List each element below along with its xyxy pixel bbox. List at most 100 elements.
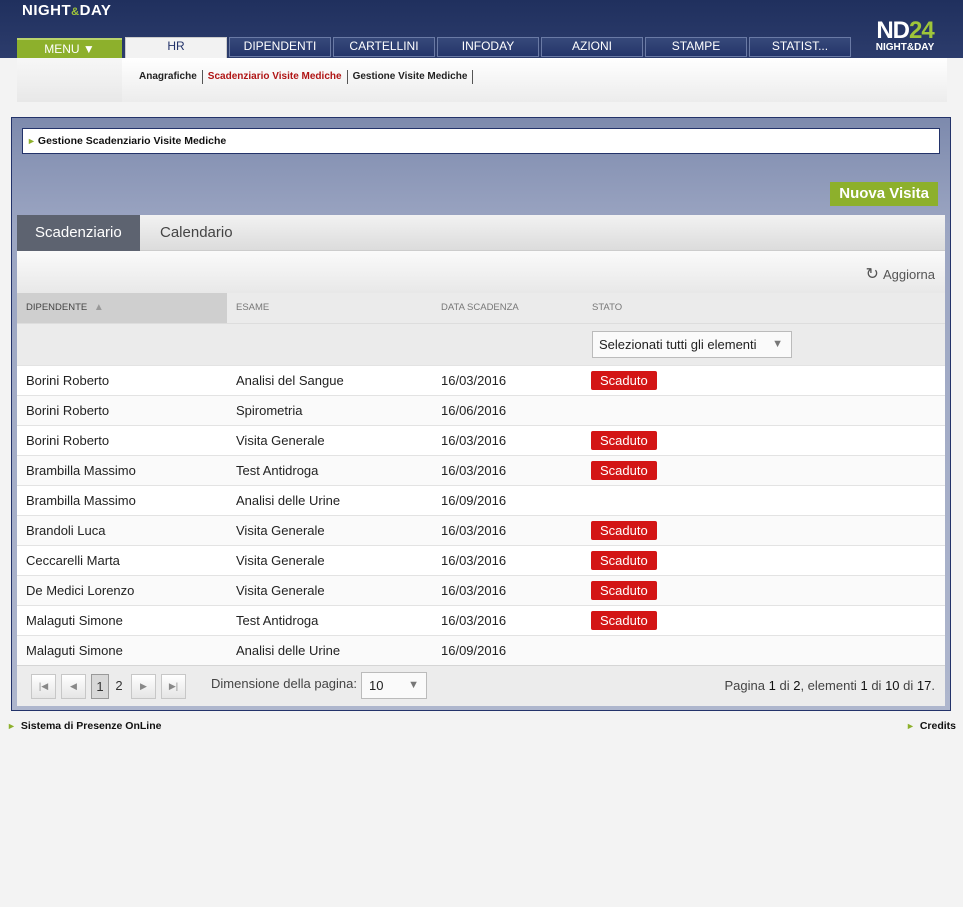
cell-esame: Analisi delle Urine xyxy=(227,484,432,515)
cell-esame: Test Antidroga xyxy=(227,454,432,485)
pager-info: Pagina 1 di 2, elementi 1 di 10 di 17. xyxy=(724,678,936,693)
cell-dipendente: Brambilla Massimo xyxy=(17,484,227,515)
tab-calendario[interactable]: Calendario xyxy=(142,215,251,251)
last-page-button[interactable]: ▶| xyxy=(161,674,186,699)
cell-stato: Scaduto xyxy=(583,364,945,395)
footer: ► Sistema di Presenze OnLine ► Credits xyxy=(0,716,963,736)
nav-tab-statistiche[interactable]: STATIST... xyxy=(749,37,851,57)
next-page-icon: ▶ xyxy=(140,681,147,691)
visits-table: DIPENDENTE ▲ ESAME DATA SCADENZA STATO S… xyxy=(17,293,945,665)
status-badge: Scaduto xyxy=(591,610,657,630)
cell-esame: Visita Generale xyxy=(227,514,432,545)
column-header-esame[interactable]: ESAME xyxy=(227,293,432,323)
table-row[interactable]: De Medici Lorenzo Visita Generale 16/03/20… xyxy=(17,574,945,605)
cell-data-scadenza: 16/03/2016 xyxy=(432,364,583,395)
page-number-2[interactable]: 2 xyxy=(110,674,128,699)
arrow-right-icon: ► xyxy=(905,721,915,731)
menu-button[interactable]: MENU ▼ xyxy=(17,38,122,58)
cell-data-scadenza: 16/09/2016 xyxy=(432,634,583,665)
sublink-anagrafiche[interactable]: Anagrafiche xyxy=(134,70,203,84)
cell-data-scadenza: 16/03/2016 xyxy=(432,514,583,545)
status-badge: Scaduto xyxy=(591,520,657,540)
table-row[interactable]: Malaguti Simone Test Antidroga 16/03/2016 S… xyxy=(17,604,945,635)
sublink-gestione-visite[interactable]: Gestione Visite Mediche xyxy=(348,70,474,84)
new-visit-button[interactable]: Nuova Visita xyxy=(830,182,938,206)
cell-dipendente: Brandoli Luca xyxy=(17,514,227,545)
status-badge: Scaduto xyxy=(591,550,657,570)
cell-data-scadenza: 16/06/2016 xyxy=(432,394,583,425)
status-badge: Scaduto xyxy=(591,430,657,450)
arrow-right-icon: ► xyxy=(7,721,16,731)
tab-scadenziario[interactable]: Scadenziario xyxy=(17,215,140,251)
nav-tab-stampe[interactable]: STAMPE xyxy=(645,37,747,57)
refresh-label: Aggiorna xyxy=(882,266,935,282)
cell-dipendente: Borini Roberto xyxy=(17,424,227,455)
prev-page-icon: ◀ xyxy=(70,681,77,691)
page-number-1[interactable]: 1 xyxy=(91,674,109,699)
cell-dipendente: De Medici Lorenzo xyxy=(17,574,227,605)
table-row[interactable]: Brambilla Massimo Analisi delle Urine 16/0… xyxy=(17,484,945,515)
table-row[interactable]: Borini Roberto Visita Generale 16/03/2016 S… xyxy=(17,424,945,455)
cell-stato: Scaduto xyxy=(583,514,945,545)
nav-tab-azioni[interactable]: AZIONI xyxy=(541,37,643,57)
sub-menu-links: Anagrafiche Scadenziario Visite Mediche … xyxy=(134,70,474,84)
first-page-icon: |◀ xyxy=(38,681,49,691)
cell-data-scadenza: 16/03/2016 xyxy=(432,604,583,635)
page-size-label: Dimensione della pagina: xyxy=(211,676,357,691)
cell-data-scadenza: 16/03/2016 xyxy=(432,424,583,455)
cell-stato xyxy=(583,484,945,515)
view-tabs: Scadenziario Calendario xyxy=(17,215,945,251)
brand-logo: NIGHT&DAY xyxy=(22,2,112,19)
nav-tab-infoday[interactable]: INFODAY xyxy=(437,37,539,57)
cell-data-scadenza: 16/03/2016 xyxy=(432,454,583,485)
table-row[interactable]: Malaguti Simone Analisi delle Urine 16/09/… xyxy=(17,634,945,665)
table-row[interactable]: Borini Roberto Spirometria 16/06/2016 xyxy=(17,394,945,425)
credits-link[interactable]: ► Credits xyxy=(906,720,956,732)
cell-esame: Analisi delle Urine xyxy=(227,634,432,665)
column-header-data-scadenza[interactable]: DATA SCADENZA xyxy=(432,293,583,323)
table-row[interactable]: Borini Roberto Analisi del Sangue 16/03/20… xyxy=(17,364,945,395)
sub-menu-bar: Anagrafiche Scadenziario Visite Mediche … xyxy=(17,58,947,102)
table-row[interactable]: Brandoli Luca Visita Generale 16/03/2016 Sc… xyxy=(17,514,945,545)
chevron-down-icon: ▼ xyxy=(772,337,783,350)
cell-data-scadenza: 16/03/2016 xyxy=(432,574,583,605)
prev-page-button[interactable]: ◀ xyxy=(61,674,86,699)
cell-data-scadenza: 16/09/2016 xyxy=(432,484,583,515)
page-size-select[interactable]: 10 ▼ xyxy=(361,672,427,699)
cell-esame: Visita Generale xyxy=(227,424,432,455)
status-badge: Scaduto xyxy=(591,370,657,390)
footer-left-link[interactable]: ► Sistema di Presenze OnLine xyxy=(7,720,161,732)
cell-esame: Visita Generale xyxy=(227,544,432,575)
first-page-button[interactable]: |◀ xyxy=(31,674,56,699)
table-row[interactable]: Brambilla Massimo Test Antidroga 16/03/201… xyxy=(17,454,945,485)
next-page-button[interactable]: ▶ xyxy=(131,674,156,699)
main-nav: HR DIPENDENTI CARTELLINI INFODAY AZIONI … xyxy=(125,37,853,59)
cell-dipendente: Borini Roberto xyxy=(17,394,227,425)
last-page-icon: ▶| xyxy=(168,681,179,691)
cell-stato: Scaduto xyxy=(583,604,945,635)
nav-tab-cartellini[interactable]: CARTELLINI xyxy=(333,37,435,57)
cell-data-scadenza: 16/03/2016 xyxy=(432,544,583,575)
arrow-right-icon: ► xyxy=(27,136,36,146)
column-header-stato[interactable]: STATO xyxy=(583,293,945,323)
grid-toolbar: ↻ Aggiorna xyxy=(17,251,945,293)
cell-stato: Scaduto xyxy=(583,574,945,605)
nav-tab-hr[interactable]: HR xyxy=(125,37,227,59)
cell-stato xyxy=(583,394,945,425)
column-header-dipendente[interactable]: DIPENDENTE ▲ xyxy=(17,293,227,323)
cell-dipendente: Brambilla Massimo xyxy=(17,454,227,485)
cell-dipendente: Ceccarelli Marta xyxy=(17,544,227,575)
cell-stato xyxy=(583,634,945,665)
table-row[interactable]: Ceccarelli Marta Visita Generale 16/03/201… xyxy=(17,544,945,575)
cell-esame: Visita Generale xyxy=(227,574,432,605)
page-title: Gestione Scadenziario Visite Mediche xyxy=(37,135,227,147)
page-title-box: ► Gestione Scadenziario Visite Mediche xyxy=(22,128,940,154)
nav-tab-dipendenti[interactable]: DIPENDENTI xyxy=(229,37,331,57)
main-panel: ► Gestione Scadenziario Visite Mediche Nu… xyxy=(11,117,951,711)
sublink-scadenziario[interactable]: Scadenziario Visite Mediche xyxy=(203,70,348,84)
cell-dipendente: Malaguti Simone xyxy=(17,634,227,665)
pager: |◀ ◀ 1 2 ▶ ▶| Dimensione della pagina: 1… xyxy=(17,665,945,706)
cell-dipendente: Borini Roberto xyxy=(17,364,227,395)
refresh-button[interactable]: ↻ Aggiorna xyxy=(866,264,935,284)
stato-filter-select[interactable]: Selezionati tutti gli elementi ▼ xyxy=(592,330,792,358)
